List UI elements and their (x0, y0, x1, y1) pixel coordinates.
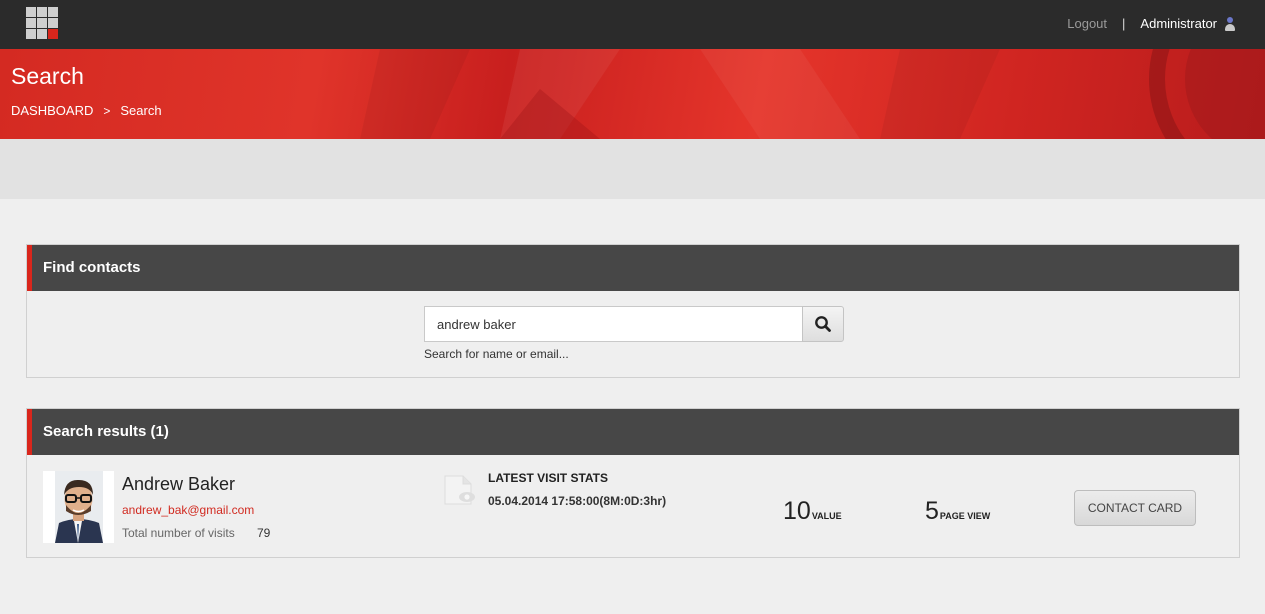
value-label: VALUE (811, 511, 842, 521)
contact-card-button[interactable]: CONTACT CARD (1074, 490, 1196, 526)
avatar-portrait (43, 471, 114, 543)
latest-visit-date: 05.04.2014 17:58:00(8M:0D:3hr) (488, 494, 667, 508)
page-view-icon (444, 475, 475, 505)
user-icon[interactable] (1225, 16, 1235, 31)
page-view-number: 5 (925, 497, 939, 525)
visits-label: Total number of visits (122, 526, 235, 540)
nav-separator: | (1122, 16, 1126, 31)
visits-count: 79 (257, 526, 271, 540)
contact-avatar[interactable] (43, 471, 114, 543)
breadcrumb-current: Search (120, 103, 162, 118)
search-results-title: Search results (1) (27, 409, 1239, 455)
search-hint: Search for name or email... (424, 347, 569, 361)
breadcrumb-dashboard[interactable]: DASHBOARD (11, 103, 93, 118)
value-metric: 10 VALUE (783, 497, 842, 526)
search-box (424, 306, 844, 342)
header-background-decoration (360, 49, 1265, 139)
top-bar: Logout | Administrator (0, 0, 1265, 49)
contact-name[interactable]: Andrew Baker (122, 474, 235, 495)
search-button[interactable] (802, 306, 844, 342)
search-results-panel: Search results (1) Andrew Baker andrew_b… (26, 408, 1240, 558)
sub-header-band (0, 139, 1265, 199)
contact-email[interactable]: andrew_bak@gmail.com (122, 503, 254, 517)
page-title: Search (11, 63, 84, 89)
top-nav: Logout | Administrator (1067, 16, 1235, 31)
latest-visit-stats-title: LATEST VISIT STATS (488, 471, 608, 485)
find-contacts-panel: Find contacts Search for name or email..… (26, 244, 1240, 378)
logout-link[interactable]: Logout (1067, 16, 1107, 31)
user-name-link[interactable]: Administrator (1140, 16, 1217, 31)
page-view-label: PAGE VIEW (939, 511, 991, 521)
grid-logo-icon[interactable] (26, 7, 59, 40)
chevron-right-icon: > (103, 103, 111, 118)
page-header: Search DASHBOARD > Search (0, 49, 1265, 139)
breadcrumb: DASHBOARD > Search (11, 103, 162, 118)
search-input[interactable] (424, 306, 803, 342)
find-contacts-title: Find contacts (27, 245, 1239, 291)
page-view-metric: 5 PAGE VIEW (925, 497, 990, 526)
search-icon (815, 316, 831, 332)
value-number: 10 (783, 497, 811, 525)
